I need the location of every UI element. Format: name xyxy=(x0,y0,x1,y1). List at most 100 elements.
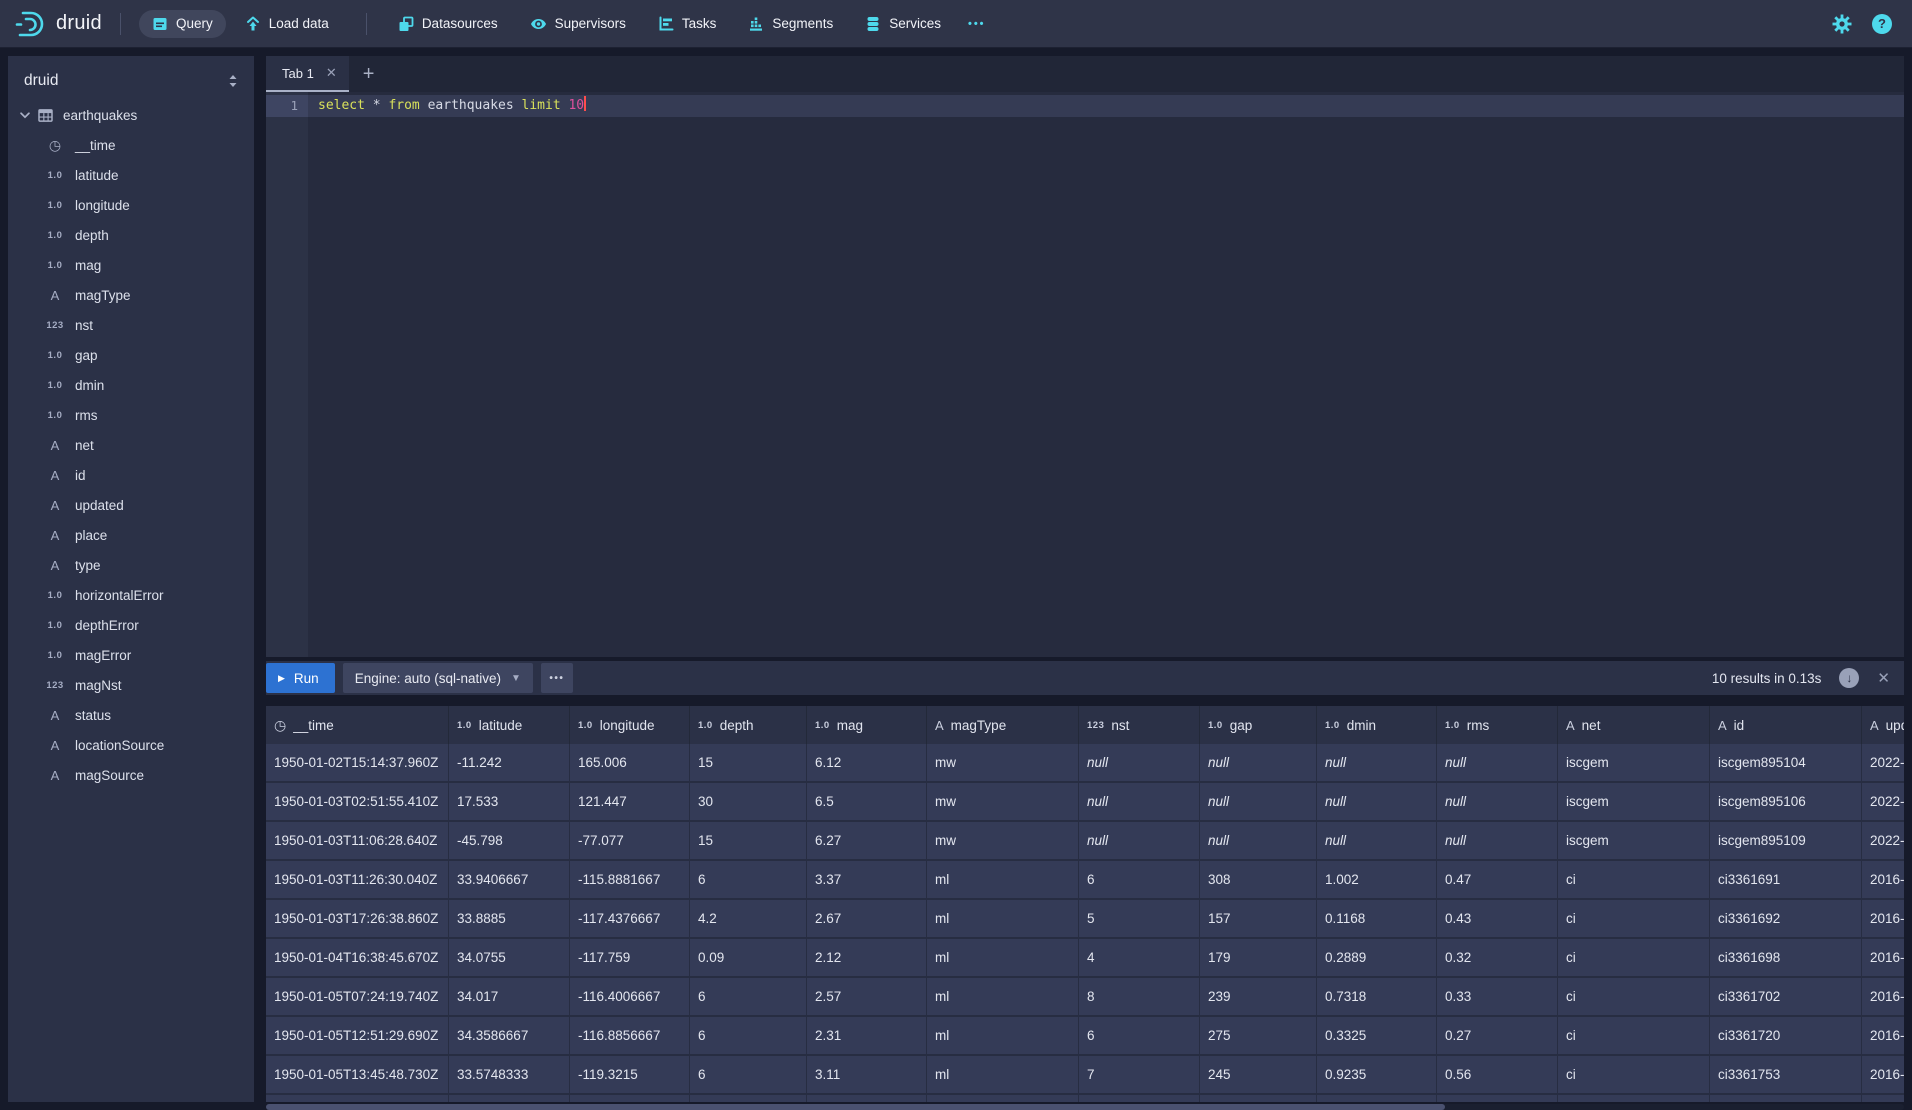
cell[interactable]: ci xyxy=(1558,900,1710,937)
sidebar-column-item[interactable]: 1.0 depth xyxy=(8,220,254,250)
cell[interactable]: 6.5 xyxy=(807,783,927,820)
cell[interactable]: 6 xyxy=(1079,1017,1200,1054)
nav-item-supervisors[interactable]: Supervisors xyxy=(517,10,639,38)
tab-close-icon[interactable]: ✕ xyxy=(326,65,337,81)
cell[interactable]: iscgem xyxy=(1558,744,1710,781)
sidebar-column-item[interactable]: 123 magNst xyxy=(8,670,254,700)
help-button[interactable]: ? xyxy=(1872,14,1892,34)
sidebar-column-item[interactable]: 1.0 latitude xyxy=(8,160,254,190)
cell[interactable]: 1950-01-02T15:14:37.960Z xyxy=(266,744,449,781)
cell[interactable]: 1950-01-05T07:24:19.740Z xyxy=(266,978,449,1015)
sidebar-column-item[interactable]: 1.0 longitude xyxy=(8,190,254,220)
sidebar-column-item[interactable]: A magSource xyxy=(8,760,254,790)
cell[interactable]: ci3361692 xyxy=(1710,900,1862,937)
cell[interactable]: ci3361691 xyxy=(1710,861,1862,898)
cell[interactable]: null xyxy=(1437,783,1558,820)
cell[interactable]: 1950-01-05T13:45:48.730Z xyxy=(266,1056,449,1093)
header-cell[interactable]: A updated xyxy=(1862,706,1904,744)
cell[interactable]: 15 xyxy=(690,744,807,781)
nav-item-tasks[interactable]: Tasks xyxy=(645,10,730,38)
cell[interactable]: 3.11 xyxy=(807,1056,927,1093)
sidebar-column-item[interactable]: A type xyxy=(8,550,254,580)
cell[interactable]: 8 xyxy=(1079,978,1200,1015)
cell[interactable]: 2016-0 xyxy=(1862,900,1904,937)
cell[interactable]: 15 xyxy=(690,822,807,859)
cell[interactable]: 1.002 xyxy=(1317,861,1437,898)
header-cell[interactable]: 123 nst xyxy=(1079,706,1200,744)
cell[interactable]: ml xyxy=(927,900,1079,937)
sidebar-column-item[interactable]: A magType xyxy=(8,280,254,310)
cell[interactable]: null xyxy=(1079,822,1200,859)
sidebar-column-item[interactable]: A place xyxy=(8,520,254,550)
header-cell[interactable]: 1.0 latitude xyxy=(449,706,570,744)
cell[interactable]: 1950-01-03T02:51:55.410Z xyxy=(266,783,449,820)
cell[interactable]: 275 xyxy=(1200,1017,1317,1054)
header-cell[interactable]: 1.0 gap xyxy=(1200,706,1317,744)
cell[interactable]: null xyxy=(1200,822,1317,859)
sidebar-column-item[interactable]: A id xyxy=(8,460,254,490)
cell[interactable]: 6 xyxy=(690,1017,807,1054)
cell[interactable]: 165.006 xyxy=(570,744,690,781)
cell[interactable]: 0.1168 xyxy=(1317,900,1437,937)
cell[interactable]: iscgem895106 xyxy=(1710,783,1862,820)
cell[interactable]: null xyxy=(1317,822,1437,859)
sidebar-column-item[interactable]: 123 nst xyxy=(8,310,254,340)
scrollbar-thumb[interactable] xyxy=(266,1104,1445,1110)
cell[interactable]: 2.12 xyxy=(807,939,927,976)
cell[interactable]: -11.242 xyxy=(449,744,570,781)
cell[interactable]: 0.3325 xyxy=(1317,1017,1437,1054)
cell[interactable]: -119.3215 xyxy=(570,1056,690,1093)
nav-item-query[interactable]: Query xyxy=(139,10,226,38)
cell[interactable]: ci3361698 xyxy=(1710,939,1862,976)
sql-editor[interactable]: 1 select * from earthquakes limit 10 xyxy=(266,92,1904,657)
sidebar-column-item[interactable]: 1.0 gap xyxy=(8,340,254,370)
cell[interactable]: 4.2 xyxy=(690,900,807,937)
cell[interactable]: 5 xyxy=(1079,900,1200,937)
cell[interactable]: mw xyxy=(927,783,1079,820)
cell[interactable]: null xyxy=(1317,744,1437,781)
close-results-icon[interactable]: ✕ xyxy=(1877,669,1890,687)
cell[interactable]: 0.32 xyxy=(1437,939,1558,976)
nav-item-segments[interactable]: Segments xyxy=(735,10,846,38)
cell[interactable]: 2.31 xyxy=(807,1017,927,1054)
cell[interactable]: 1950-01-03T11:06:28.640Z xyxy=(266,822,449,859)
header-cell[interactable]: A magType xyxy=(927,706,1079,744)
cell[interactable]: -77.077 xyxy=(570,822,690,859)
cell[interactable]: 2.67 xyxy=(807,900,927,937)
header-cell[interactable]: 1.0 longitude xyxy=(570,706,690,744)
cell[interactable]: ml xyxy=(927,939,1079,976)
cell[interactable]: 2022-0 xyxy=(1862,744,1904,781)
nav-item-datasources[interactable]: Datasources xyxy=(385,10,511,38)
cell[interactable]: 2022-0 xyxy=(1862,822,1904,859)
header-cell[interactable]: ◷ __time xyxy=(266,706,449,744)
cell[interactable]: 6 xyxy=(1079,861,1200,898)
cell[interactable]: 2016-0 xyxy=(1862,1017,1904,1054)
cell[interactable]: ci xyxy=(1558,861,1710,898)
cell[interactable]: iscgem xyxy=(1558,783,1710,820)
cell[interactable]: null xyxy=(1317,783,1437,820)
query-more-button[interactable]: ••• xyxy=(541,663,573,693)
sidebar-column-item[interactable]: A net xyxy=(8,430,254,460)
sidebar-column-item[interactable]: 1.0 magError xyxy=(8,640,254,670)
cell[interactable]: null xyxy=(1079,744,1200,781)
cell[interactable]: -116.4006667 xyxy=(570,978,690,1015)
cell[interactable]: 0.2889 xyxy=(1317,939,1437,976)
sidebar-column-item[interactable]: 1.0 depthError xyxy=(8,610,254,640)
cell[interactable]: 1950-01-03T17:26:38.860Z xyxy=(266,900,449,937)
cell[interactable]: 157 xyxy=(1200,900,1317,937)
nav-more-button[interactable]: ••• xyxy=(960,12,994,36)
cell[interactable]: null xyxy=(1200,744,1317,781)
nav-item-services[interactable]: Services xyxy=(852,10,954,38)
cell[interactable]: iscgem895109 xyxy=(1710,822,1862,859)
cell[interactable]: ci xyxy=(1558,939,1710,976)
cell[interactable]: ci xyxy=(1558,978,1710,1015)
cell[interactable]: -45.798 xyxy=(449,822,570,859)
cell[interactable]: -115.8881667 xyxy=(570,861,690,898)
cell[interactable]: null xyxy=(1437,822,1558,859)
cell[interactable]: 1950-01-05T12:51:29.690Z xyxy=(266,1017,449,1054)
cell[interactable]: 17.533 xyxy=(449,783,570,820)
cell[interactable]: iscgem xyxy=(1558,822,1710,859)
cell[interactable]: ml xyxy=(927,1056,1079,1093)
sidebar-item-earthquakes[interactable]: earthquakes xyxy=(8,100,254,130)
cell[interactable]: 33.9406667 xyxy=(449,861,570,898)
